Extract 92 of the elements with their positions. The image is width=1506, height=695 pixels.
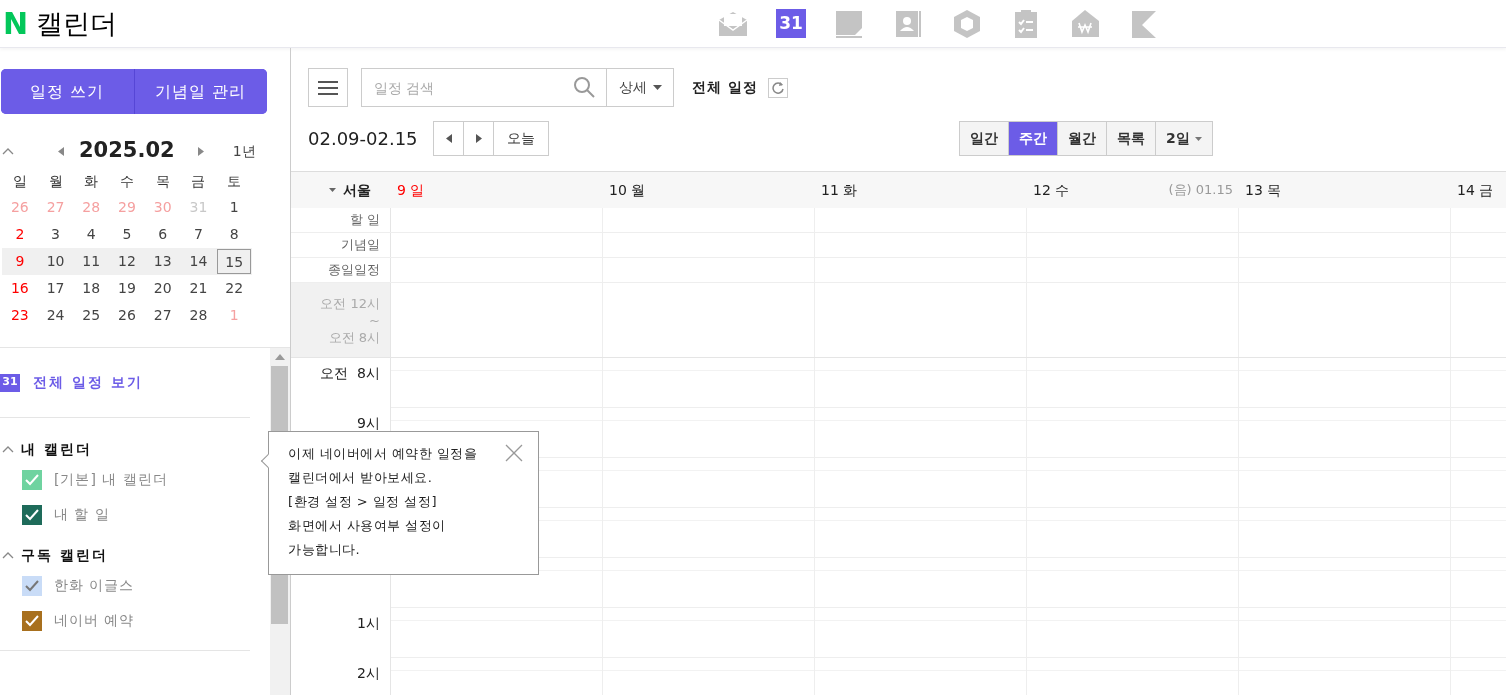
date-range: 02.09-02.15 [308, 127, 419, 151]
day-header[interactable]: 12 수 [1033, 179, 1070, 201]
calendar-day[interactable]: 24 [37, 303, 74, 328]
calendar-day[interactable]: 20 [144, 276, 181, 301]
calendar-name[interactable]: 한화 이글스 [54, 575, 135, 596]
right-arrow-icon[interactable] [475, 134, 482, 143]
calendar-day[interactable]: 26 [109, 303, 145, 328]
menu-icon[interactable] [318, 79, 338, 96]
left-arrow-icon[interactable] [445, 134, 452, 143]
lunar-date: (음) 01.15 [1168, 181, 1233, 200]
calendar-day[interactable]: 17 [37, 276, 74, 301]
calendar-day[interactable]: 15 [217, 249, 251, 274]
calendar-day[interactable]: 11 [73, 249, 110, 274]
weekday-label: 일 [11, 171, 28, 191]
timezone-label[interactable]: 서울 [343, 179, 371, 201]
calendar-day[interactable]: 23 [2, 303, 38, 328]
weekday-label: 금 [190, 171, 207, 191]
calendar-day[interactable]: 28 [180, 303, 217, 328]
calendar-day[interactable]: 12 [109, 249, 145, 274]
calendar-day[interactable]: 25 [73, 303, 110, 328]
calendar-day[interactable]: 18 [73, 276, 110, 301]
view-tab[interactable]: 주간 [1008, 122, 1057, 155]
tooltip-text: 이제 네이버에서 예약한 일정을 캘린더에서 받아보세요. [환경 설정 > 일정 설정] 화면에서 사용여부 설정이 가능합니다. [288, 445, 479, 559]
calendar-day[interactable]: 21 [180, 276, 217, 301]
day-header[interactable]: 9 일 [397, 179, 425, 201]
calendar-day[interactable]: 27 [144, 303, 181, 328]
view-tab[interactable]: 목록 [1106, 122, 1155, 155]
calendar-icon: 31 [0, 373, 20, 392]
day-header[interactable]: 10 월 [609, 179, 646, 201]
close-icon[interactable] [505, 444, 523, 462]
caret-icon [1194, 136, 1202, 141]
calendar-day[interactable]: 6 [144, 222, 181, 247]
calendar-day[interactable]: 10 [37, 249, 74, 274]
view-tab[interactable]: 2일 [1155, 122, 1212, 155]
hour-label: 2시 [357, 664, 380, 683]
calendar-day[interactable]: 4 [73, 222, 110, 247]
day-header[interactable]: 14 금 [1457, 179, 1494, 201]
year-link[interactable]: 1년 [232, 140, 256, 162]
previous-month-icon[interactable] [58, 146, 64, 156]
calendar-name[interactable]: 내 할 일 [54, 504, 110, 525]
checkbox[interactable] [22, 504, 42, 525]
checkbox[interactable] [22, 610, 42, 631]
collapsed-time-label: ~ [369, 311, 380, 329]
caret-icon[interactable] [652, 85, 662, 90]
calendar-day[interactable]: 1 [216, 195, 252, 220]
calendar-name[interactable]: 네이버 예약 [54, 610, 135, 631]
group-title[interactable]: 내 캘린더 [21, 438, 92, 460]
collapsed-time-label: 오전 8시 [328, 328, 380, 346]
all-events-link[interactable]: 전체 일정 보기 [33, 372, 143, 393]
calendar-day[interactable]: 3 [37, 222, 74, 247]
hour-label: 1시 [357, 614, 380, 633]
row-label: 할 일 [349, 211, 380, 230]
weekday-label: 토 [226, 171, 243, 191]
weekday-label: 화 [83, 171, 100, 191]
calendar-day[interactable]: 19 [109, 276, 145, 301]
search-field[interactable]: 일정 검색 [361, 68, 607, 107]
view-tab[interactable]: 일간 [960, 122, 1008, 155]
calendar-day[interactable]: 2 [2, 222, 38, 247]
calendar-day[interactable]: 8 [216, 222, 252, 247]
checkbox[interactable] [22, 469, 42, 490]
calendar-day[interactable]: 7 [180, 222, 217, 247]
menu-button[interactable] [308, 68, 348, 107]
calendar-day[interactable]: 22 [216, 276, 252, 301]
detail-dropdown[interactable]: 상세 [607, 68, 674, 107]
calendar-day[interactable]: 16 [2, 276, 38, 301]
weekday-label: 월 [47, 171, 64, 191]
view-tab[interactable]: 월간 [1057, 122, 1106, 155]
selected-week[interactable]: 9 10 11 12 13 14 15 [2, 248, 252, 275]
logo-mark: N [3, 8, 29, 39]
anniversary-button[interactable]: 기념일 관리 [133, 69, 267, 114]
filter-label: 전체 일정 [692, 78, 758, 97]
group-title[interactable]: 구독 캘린더 [21, 544, 108, 566]
calendar-day[interactable]: 9 [2, 249, 38, 274]
day-header[interactable]: 11 화 [821, 179, 858, 201]
row-label: 기념일 [341, 236, 380, 255]
weekday-label: 수 [119, 171, 135, 191]
caret-icon[interactable] [329, 188, 336, 192]
weekday-label: 목 [154, 171, 171, 191]
calendar-day[interactable]: 14 [180, 249, 217, 274]
calendar-app-icon[interactable]: 31 [776, 9, 806, 38]
app-title: 캘린더 [36, 10, 118, 37]
next-month-icon[interactable] [197, 146, 204, 156]
row-label: 종일일정 [328, 261, 380, 280]
calendar-name[interactable]: [기본] 내 캘린더 [54, 469, 168, 490]
refresh-button[interactable] [767, 77, 788, 98]
calendar-day[interactable]: 5 [109, 222, 145, 247]
collapsed-time-label: 오전 12시 [320, 294, 380, 312]
day-header[interactable]: 13 목 [1245, 179, 1282, 201]
hour-label: 오전 8시 [320, 364, 380, 383]
search-icon[interactable] [573, 76, 595, 98]
month-title: 2025.02 [79, 137, 175, 165]
calendar-day[interactable]: 13 [144, 249, 181, 274]
